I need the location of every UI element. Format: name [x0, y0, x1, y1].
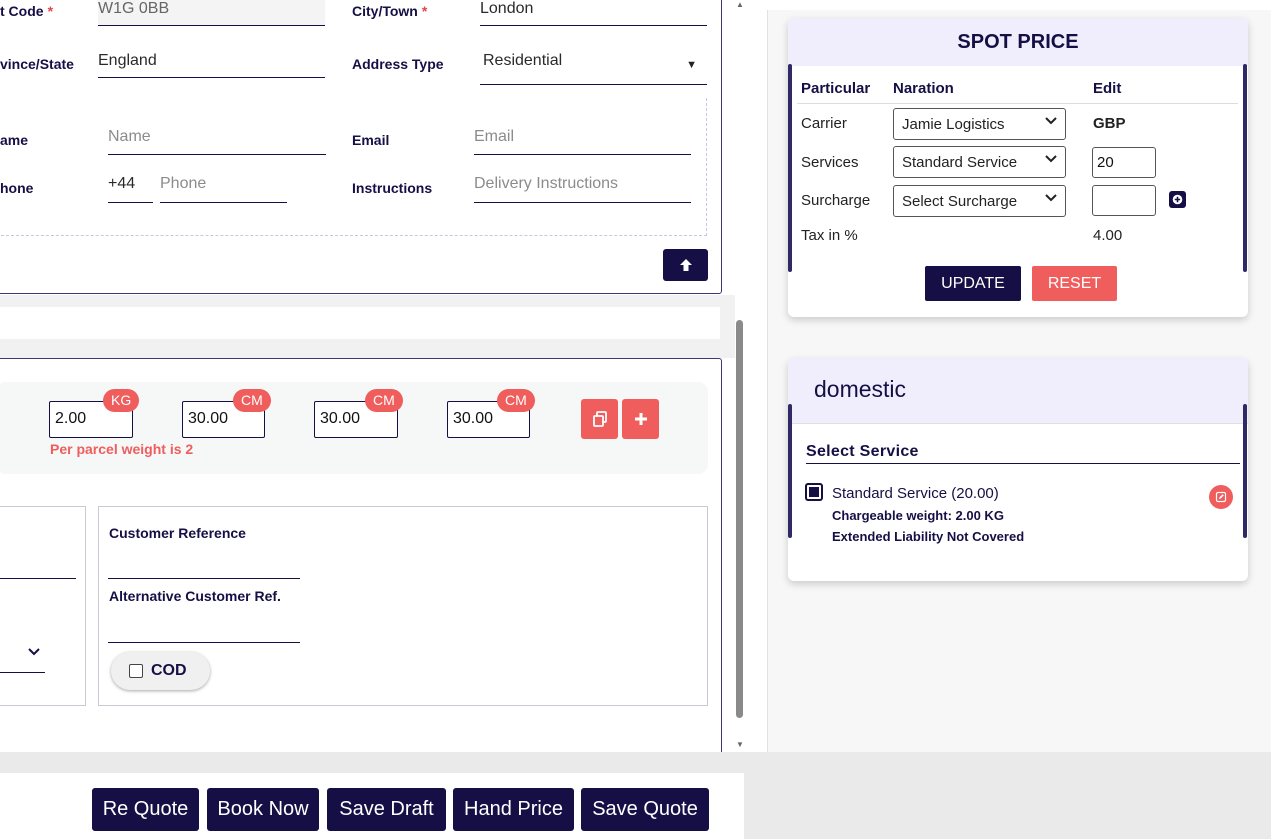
- edit-icon: [1215, 491, 1227, 503]
- city-input[interactable]: London: [480, 0, 707, 26]
- width-unit-badge: CM: [365, 389, 403, 412]
- email-input[interactable]: Email: [474, 128, 691, 155]
- plus-icon: [634, 413, 647, 425]
- chargeable-weight: Chargeable weight: 2.00 KG: [832, 508, 1004, 523]
- cod-toggle[interactable]: COD: [111, 652, 210, 690]
- carrier-select[interactable]: Jamie Logistics: [893, 108, 1066, 140]
- edit-header: Edit: [1093, 80, 1122, 97]
- name-input[interactable]: Name: [108, 128, 326, 155]
- footer-right-area: [744, 752, 1271, 839]
- phone-code-input[interactable]: +44: [108, 175, 153, 203]
- height-unit-badge: CM: [497, 389, 535, 412]
- city-label: City/Town *: [352, 3, 428, 19]
- province-label: vince/State: [0, 56, 74, 72]
- post-code-label: t Code *: [0, 3, 54, 19]
- phone-label: hone: [0, 180, 34, 196]
- scroll-down-icon[interactable]: ▼: [735, 740, 745, 750]
- add-parcel-button[interactable]: [622, 399, 659, 439]
- copy-icon: [592, 411, 607, 427]
- weight-error-message: Per parcel weight is 2: [50, 441, 194, 457]
- instructions-label: Instructions: [352, 180, 433, 196]
- left-option-input[interactable]: [0, 555, 76, 579]
- length-unit-badge: CM: [233, 389, 271, 412]
- post-code-input[interactable]: W1G 0BB: [98, 0, 325, 26]
- edit-service-button[interactable]: [1209, 485, 1233, 509]
- weight-unit-badge: KG: [103, 389, 140, 412]
- naration-header: Naration: [893, 80, 954, 97]
- collapse-button[interactable]: [663, 249, 708, 281]
- services-select[interactable]: Standard Service: [893, 146, 1066, 178]
- contact-section: [0, 98, 707, 236]
- cod-checkbox[interactable]: [129, 664, 143, 678]
- section-divider-bar: [0, 307, 720, 339]
- customer-reference-input[interactable]: [108, 550, 300, 579]
- instructions-input[interactable]: Delivery Instructions: [474, 175, 691, 203]
- select-service-heading: Select Service: [806, 443, 1240, 464]
- left-options-box: [0, 506, 86, 706]
- surcharge-select[interactable]: Select Surcharge: [893, 185, 1066, 217]
- copy-parcel-button[interactable]: [581, 399, 618, 439]
- chevron-down-icon: [1045, 117, 1057, 125]
- chevron-down-icon: [28, 648, 40, 656]
- service-checkbox[interactable]: [805, 483, 823, 501]
- carrier-label: Carrier: [801, 115, 847, 132]
- domestic-accent-right: [1243, 404, 1247, 538]
- province-input[interactable]: England: [98, 52, 325, 78]
- checkbox-checked-icon: [809, 487, 819, 497]
- scrollbar-thumb[interactable]: [736, 320, 743, 718]
- liability-note: Extended Liability Not Covered: [832, 529, 1025, 544]
- spot-accent-right: [1243, 64, 1247, 272]
- customer-reference-label: Customer Reference: [109, 525, 246, 541]
- chevron-down-icon: [1045, 194, 1057, 202]
- surcharge-label: Surcharge: [801, 192, 871, 209]
- services-label: Services: [801, 154, 859, 171]
- email-label: Email: [352, 132, 390, 148]
- particular-header: Particular: [801, 80, 871, 97]
- save-draft-button[interactable]: Save Draft: [327, 788, 446, 831]
- reset-button[interactable]: RESET: [1032, 266, 1117, 301]
- book-now-button[interactable]: Book Now: [207, 788, 319, 831]
- spot-price-title: SPOT PRICE: [957, 31, 1079, 53]
- save-quote-button[interactable]: Save Quote: [581, 788, 709, 831]
- alternative-reference-label: Alternative Customer Ref.: [109, 588, 281, 604]
- address-type-select[interactable]: Residential ▼: [480, 52, 707, 85]
- service-name: Standard Service (20.00): [832, 485, 999, 502]
- tax-value: 4.00: [1093, 227, 1123, 244]
- arrow-up-icon: [679, 259, 692, 271]
- spot-accent-left: [788, 64, 792, 272]
- services-price-input[interactable]: 20: [1092, 147, 1156, 178]
- domestic-title: domestic: [814, 376, 907, 402]
- add-surcharge-button[interactable]: [1169, 191, 1186, 208]
- left-option-select[interactable]: [0, 640, 45, 673]
- scroll-up-icon[interactable]: ▲: [735, 0, 745, 10]
- update-button[interactable]: UPDATE: [925, 266, 1021, 301]
- caret-down-icon: ▼: [686, 59, 697, 71]
- spot-table-divider: [797, 103, 1238, 104]
- phone-input[interactable]: Phone: [160, 175, 287, 203]
- cod-label: COD: [151, 662, 187, 679]
- tax-label: Tax in %: [801, 227, 858, 244]
- name-label: ame: [0, 132, 29, 148]
- alternative-reference-input[interactable]: [108, 614, 300, 643]
- hand-price-button[interactable]: Hand Price: [453, 788, 574, 831]
- re-quote-button[interactable]: Re Quote: [92, 788, 199, 831]
- plus-circle-icon: [1172, 194, 1183, 205]
- currency-value: GBP: [1093, 115, 1126, 132]
- domestic-accent-left: [788, 404, 792, 538]
- address-type-label: Address Type: [352, 56, 444, 72]
- chevron-down-icon: [1045, 155, 1057, 163]
- surcharge-input[interactable]: [1092, 185, 1156, 216]
